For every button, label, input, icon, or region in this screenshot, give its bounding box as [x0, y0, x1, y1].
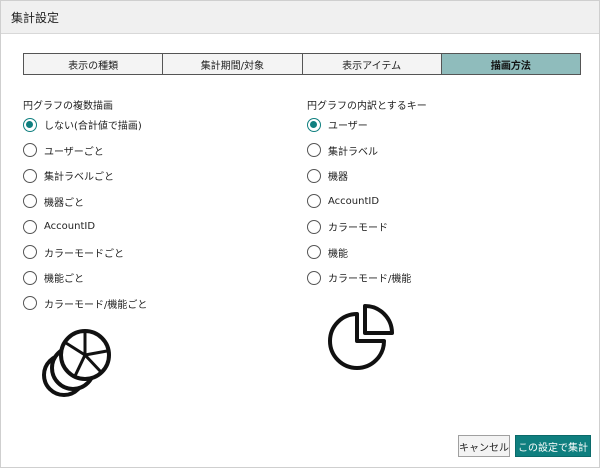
tab-bar: 表示の種類 集計期間/対象 表示アイテム 描画方法	[23, 53, 581, 75]
radio-label: 集計ラベル	[328, 146, 378, 158]
radio-button[interactable]	[307, 117, 321, 132]
title-bar: 集計設定	[1, 1, 599, 34]
radio-option-per-label[interactable]: 集計ラベルごと	[23, 163, 147, 189]
settings-dialog: 集計設定 表示の種類 集計期間/対象 表示アイテム 描画方法 円グラフの複数描画…	[0, 0, 600, 468]
radio-label: カラーモード	[328, 223, 388, 235]
radio-label: カラーモード/機能	[328, 274, 412, 286]
radio-button[interactable]	[23, 117, 37, 132]
radio-button[interactable]	[307, 270, 321, 285]
multi-draw-group-title: 円グラフの複数描画	[23, 101, 113, 112]
radio-button[interactable]	[23, 245, 37, 260]
radio-label: 集計ラベルごと	[44, 172, 114, 184]
tab-drawing-method[interactable]: 描画方法	[441, 54, 580, 74]
radio-option-none[interactable]: しない(合計値で描画)	[23, 112, 147, 138]
radio-option-accountid[interactable]: AccountID	[307, 189, 411, 215]
radio-button[interactable]	[23, 194, 37, 209]
dialog-title: 集計設定	[11, 11, 60, 25]
radio-option-color-mode[interactable]: カラーモード	[307, 214, 411, 240]
radio-button[interactable]	[23, 296, 37, 311]
cancel-button[interactable]: キャンセル	[458, 435, 510, 457]
radio-label: 機器	[328, 172, 348, 184]
pie-chart-icon	[328, 304, 394, 370]
radio-label: 機器ごと	[44, 197, 84, 209]
breakdown-key-group-title: 円グラフの内訳とするキー	[307, 101, 427, 112]
radio-option-per-device[interactable]: 機器ごと	[23, 189, 147, 215]
radio-label: ユーザー	[328, 121, 368, 133]
radio-option-accountid[interactable]: AccountID	[23, 214, 147, 240]
radio-label: ユーザーごと	[44, 146, 104, 158]
tab-label: 表示アイテム	[342, 60, 402, 72]
radio-button[interactable]	[23, 270, 37, 285]
radio-label: AccountID	[328, 195, 380, 207]
apply-button[interactable]: この設定で集計	[515, 435, 591, 457]
radio-option-per-color-mode[interactable]: カラーモードごと	[23, 240, 147, 266]
radio-option-per-color-mode-function[interactable]: カラーモード/機能ごと	[23, 291, 147, 317]
breakdown-key-radio-group: ユーザー 集計ラベル 機器 AccountID カラーモード 機能 カラーモード…	[307, 112, 411, 291]
radio-button[interactable]	[23, 219, 37, 234]
radio-button[interactable]	[307, 143, 321, 158]
radio-label: 機能ごと	[44, 274, 84, 286]
radio-option-user[interactable]: ユーザー	[307, 112, 411, 138]
tab-label: 描画方法	[490, 60, 531, 72]
radio-option-device[interactable]: 機器	[307, 163, 411, 189]
radio-button[interactable]	[307, 245, 321, 260]
tab-label: 表示の種類	[68, 60, 119, 72]
tab-display-items[interactable]: 表示アイテム	[302, 54, 442, 74]
radio-button[interactable]	[23, 168, 37, 183]
radio-option-function[interactable]: 機能	[307, 240, 411, 266]
radio-button[interactable]	[307, 194, 321, 209]
tab-period-target[interactable]: 集計期間/対象	[163, 54, 303, 74]
radio-option-label[interactable]: 集計ラベル	[307, 138, 411, 164]
radio-label: カラーモードごと	[44, 248, 124, 260]
radio-button[interactable]	[23, 143, 37, 158]
radio-option-color-mode-function[interactable]: カラーモード/機能	[307, 265, 411, 291]
stacked-pie-charts-icon	[42, 329, 111, 397]
radio-option-per-function[interactable]: 機能ごと	[23, 265, 147, 291]
radio-label: しない(合計値で描画)	[44, 121, 142, 133]
tab-label: 集計期間/対象	[200, 60, 265, 72]
radio-button[interactable]	[307, 168, 321, 183]
radio-label: AccountID	[44, 221, 96, 233]
radio-button[interactable]	[307, 219, 321, 234]
radio-label: 機能	[328, 248, 348, 260]
radio-option-per-user[interactable]: ユーザーごと	[23, 138, 147, 164]
radio-label: カラーモード/機能ごと	[44, 299, 148, 311]
multi-draw-radio-group: しない(合計値で描画) ユーザーごと 集計ラベルごと 機器ごと AccountI…	[23, 112, 147, 316]
tab-display-type[interactable]: 表示の種類	[24, 54, 164, 74]
